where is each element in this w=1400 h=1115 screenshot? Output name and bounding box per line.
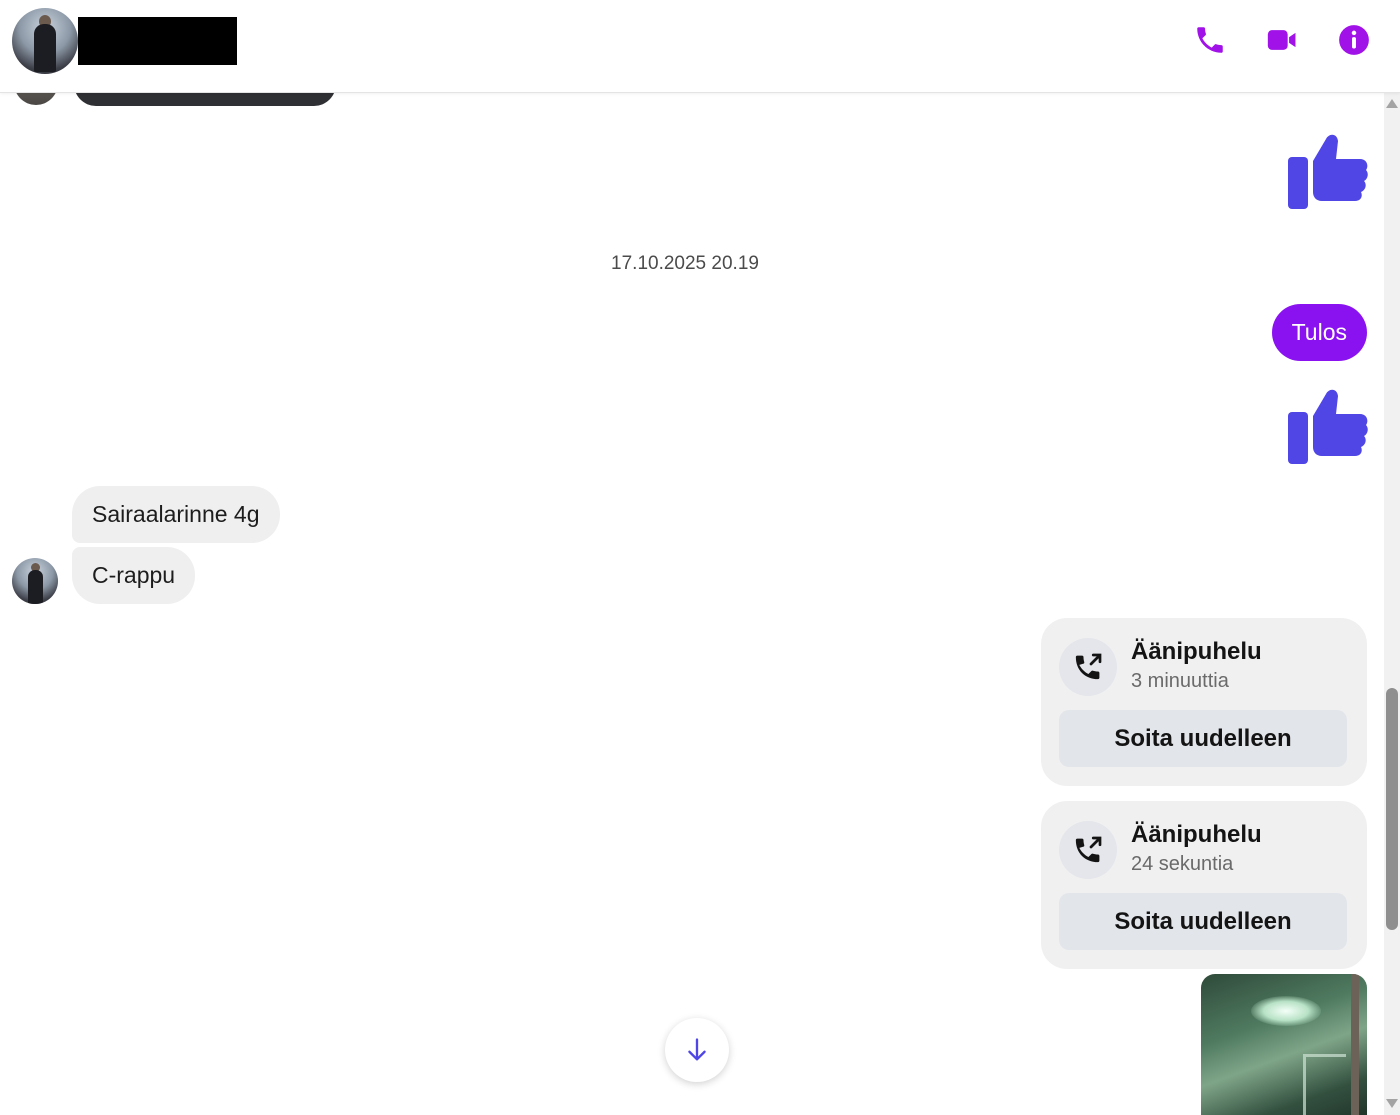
incoming-message-bubble[interactable]: C-rappu — [72, 547, 196, 604]
contact-avatar[interactable] — [12, 8, 78, 74]
incoming-message-bubble[interactable]: Sairaalarinne 4g — [72, 486, 280, 543]
call-log-card: Äänipuhelu 3 minuuttia Soita uudelleen — [1041, 618, 1367, 786]
like-thumb-icon[interactable] — [1288, 384, 1368, 468]
call-title: Äänipuhelu — [1131, 821, 1262, 848]
photo-doorframe — [1303, 1054, 1346, 1115]
scrollbar-thumb[interactable] — [1386, 688, 1398, 930]
outgoing-call-icon — [1075, 653, 1102, 680]
voice-call-button[interactable] — [1192, 22, 1228, 58]
image-attachment[interactable] — [1201, 974, 1367, 1115]
call-duration: 24 sekuntia — [1131, 853, 1234, 875]
scroll-up-arrow-icon[interactable] — [1386, 99, 1398, 108]
outgoing-message-bubble[interactable]: Tulos — [1271, 304, 1367, 361]
scroll-down-arrow-icon[interactable] — [1386, 1099, 1398, 1108]
call-icon-circle — [1059, 638, 1117, 696]
call-again-button[interactable]: Soita uudelleen — [1059, 893, 1347, 950]
info-icon — [1339, 25, 1369, 55]
messenger-window: 17.10.2025 20.19 Tulos Sairaalarinne 4g … — [0, 0, 1400, 1115]
like-thumb-icon[interactable] — [1288, 129, 1368, 213]
call-title: Äänipuhelu — [1131, 638, 1262, 665]
sender-avatar[interactable] — [12, 558, 58, 604]
conversation-header — [0, 0, 1400, 93]
call-icon-circle — [1059, 821, 1117, 879]
outgoing-call-icon — [1075, 836, 1102, 863]
photo-ceiling-light — [1251, 996, 1321, 1026]
call-log-card: Äänipuhelu 24 sekuntia Soita uudelleen — [1041, 801, 1367, 969]
call-duration: 3 minuuttia — [1131, 670, 1229, 692]
arrow-down-icon — [688, 1038, 706, 1061]
video-icon — [1267, 30, 1296, 50]
phone-icon — [1197, 27, 1223, 53]
call-again-button[interactable]: Soita uudelleen — [1059, 710, 1347, 767]
conversation-info-button[interactable] — [1336, 22, 1372, 58]
scroll-to-bottom-button[interactable] — [665, 1018, 729, 1082]
avatar-figure — [28, 570, 43, 604]
vertical-scrollbar[interactable] — [1384, 93, 1400, 1115]
photo-pillar — [1351, 974, 1359, 1115]
message-timestamp: 17.10.2025 20.19 — [611, 253, 759, 274]
message-list[interactable]: 17.10.2025 20.19 Tulos Sairaalarinne 4g … — [0, 71, 1384, 1115]
contact-name-redacted[interactable] — [78, 17, 237, 65]
avatar-figure — [34, 24, 56, 72]
video-call-button[interactable] — [1264, 22, 1300, 58]
